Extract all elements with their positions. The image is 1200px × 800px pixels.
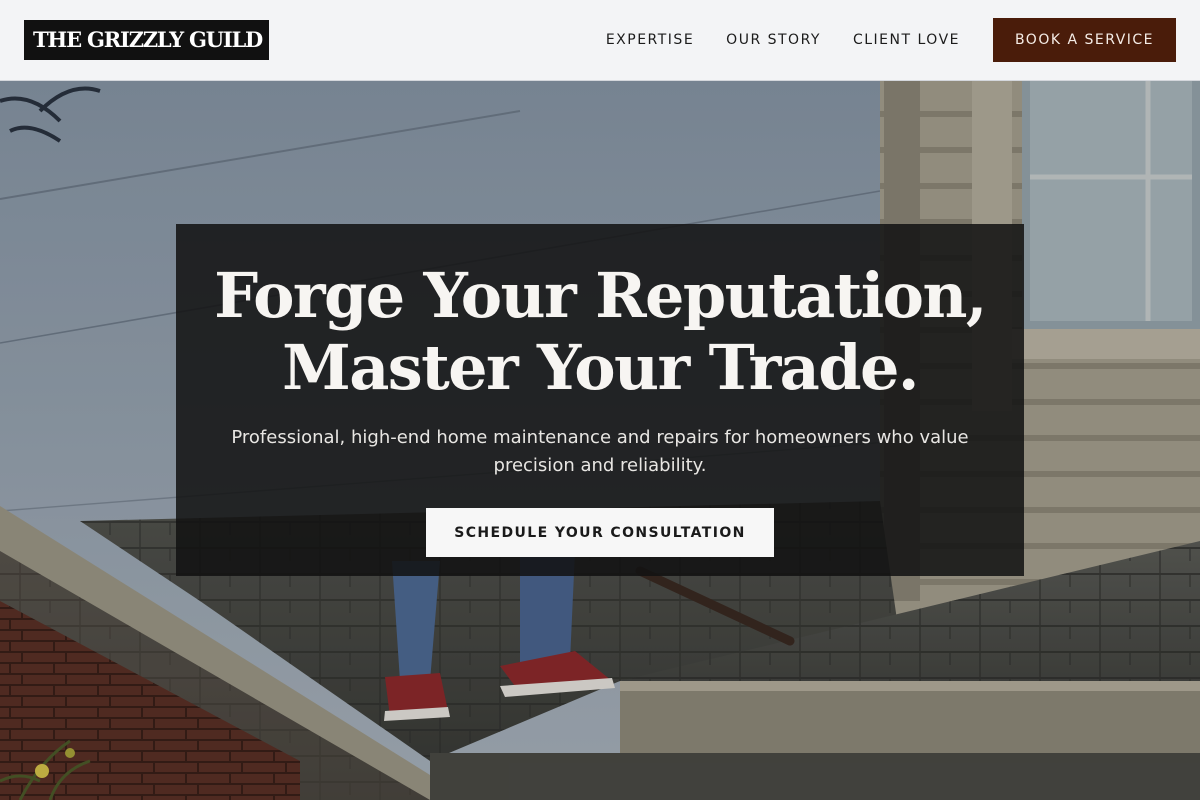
- hero-title: Forge Your Reputation, Master Your Trade…: [214, 259, 987, 404]
- hero-subtitle: Professional, high-end home maintenance …: [231, 427, 969, 476]
- nav-link-expertise[interactable]: EXPERTISE: [606, 32, 694, 48]
- nav-link-our-story[interactable]: OUR STORY: [726, 32, 821, 48]
- site-header: THE GRIZZLY GUILD EXPERTISE OUR STORY CL…: [0, 0, 1200, 81]
- book-service-button[interactable]: BOOK A SERVICE: [993, 18, 1176, 62]
- main-nav: EXPERTISE OUR STORY CLIENT LOVE BOOK A S…: [606, 18, 1176, 62]
- hero-title-line-1: Forge Your Reputation,: [214, 259, 987, 332]
- nav-link-client-love[interactable]: CLIENT LOVE: [853, 32, 960, 48]
- schedule-consultation-button[interactable]: SCHEDULE YOUR CONSULTATION: [426, 508, 774, 557]
- hero-panel: Forge Your Reputation, Master Your Trade…: [176, 224, 1024, 576]
- logo[interactable]: THE GRIZZLY GUILD: [24, 20, 270, 60]
- hero-title-line-2: Master Your Trade.: [282, 331, 919, 404]
